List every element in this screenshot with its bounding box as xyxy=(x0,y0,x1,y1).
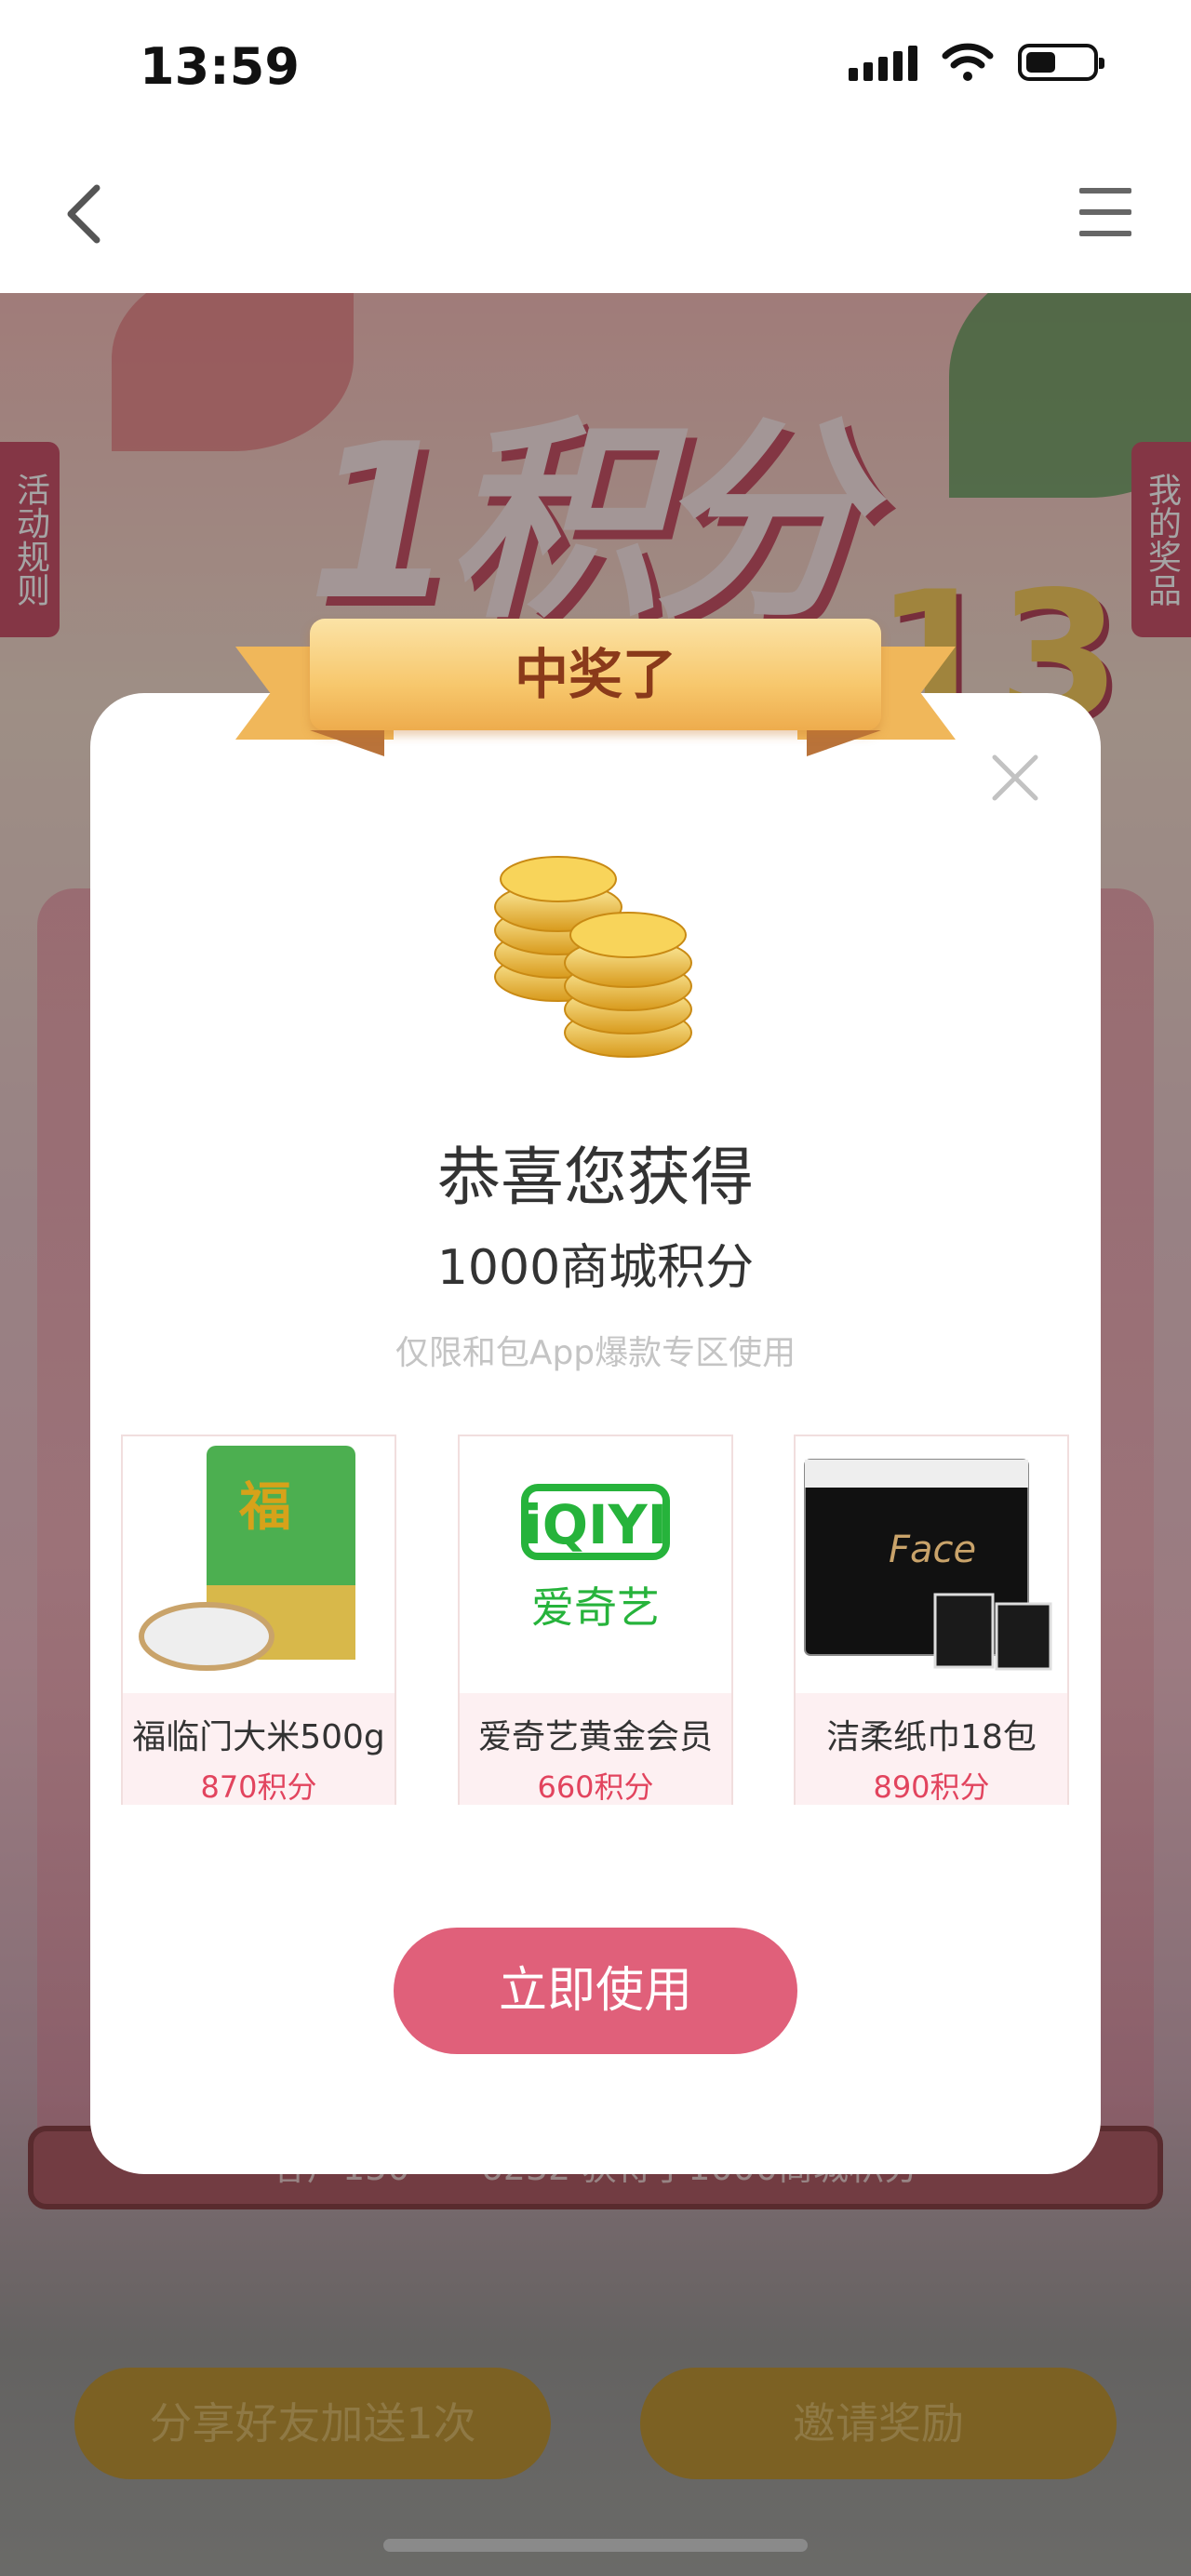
svg-text:iQIYI: iQIYI xyxy=(524,1493,667,1556)
prize-ribbon: 中奖了 xyxy=(235,619,956,758)
rice-bag-image: 福 xyxy=(139,1446,355,1671)
status-bar: 13:59 xyxy=(0,0,1191,140)
nav-bar xyxy=(0,140,1191,293)
svg-text:Face: Face xyxy=(889,1528,976,1571)
home-indicator[interactable] xyxy=(383,2539,808,2552)
close-icon[interactable] xyxy=(989,752,1041,804)
menu-icon[interactable] xyxy=(1076,184,1135,240)
product-name: 爱奇艺黄金会员 xyxy=(477,1718,713,1756)
reward-amount: 1000商城积分 xyxy=(436,1240,755,1296)
tissue-pack-image: Face xyxy=(804,1459,1052,1671)
product-card[interactable]: iQIYI 爱奇艺 爱奇艺黄金会员 660积分 xyxy=(458,1435,733,1805)
gold-coins-icon xyxy=(494,856,692,1058)
wifi-icon xyxy=(942,43,994,81)
congrats-title: 恭喜您获得 xyxy=(436,1141,754,1215)
product-info: 爱奇艺黄金会员 660积分 xyxy=(460,1693,731,1805)
svg-text:福: 福 xyxy=(238,1477,291,1538)
battery-icon xyxy=(1018,44,1104,81)
product-name: 福临门大米500g xyxy=(132,1718,385,1756)
product-card[interactable]: 福 福临门大米500g 870积分 xyxy=(121,1435,396,1805)
product-info: 福临门大米500g 870积分 xyxy=(123,1693,395,1805)
iqiyi-logo-image: iQIYI 爱奇艺 xyxy=(521,1484,670,1633)
cellular-signal-icon xyxy=(849,44,917,81)
product-price: 870积分 xyxy=(200,1769,317,1805)
battery-level xyxy=(1026,52,1055,73)
product-name: 洁柔纸巾18包 xyxy=(826,1718,1037,1756)
chevron-left-icon[interactable] xyxy=(56,177,112,251)
ribbon-title: 中奖了 xyxy=(514,643,676,706)
status-icons xyxy=(849,43,1104,82)
svg-text:爱奇艺: 爱奇艺 xyxy=(531,1582,660,1633)
usage-note: 仅限和包App爆款专区使用 xyxy=(395,1334,796,1372)
product-price: 890积分 xyxy=(873,1769,990,1805)
product-info: 洁柔纸巾18包 890积分 xyxy=(796,1693,1067,1805)
product-card[interactable]: Face 洁柔纸巾18包 890积分 xyxy=(794,1435,1069,1805)
status-time: 13:59 xyxy=(140,37,300,96)
product-price: 660积分 xyxy=(537,1769,654,1805)
use-now-button[interactable]: 立即使用 xyxy=(394,1928,797,2054)
